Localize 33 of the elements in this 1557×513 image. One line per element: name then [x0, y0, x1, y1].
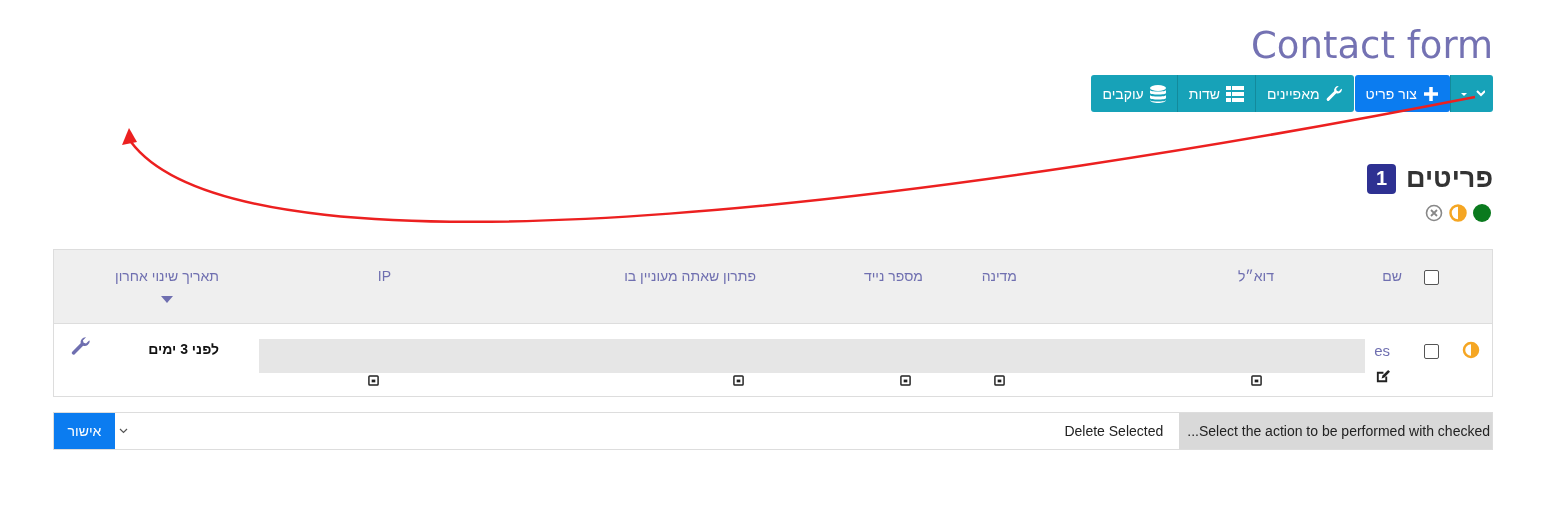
- toolbar-button[interactable]: שדות: [1176, 75, 1256, 112]
- database-icon: [1149, 84, 1166, 103]
- column-header[interactable]: תאריך שינוי אחרון: [115, 268, 219, 303]
- row-checkbox[interactable]: [1424, 344, 1439, 359]
- dropdown-button[interactable]: [1450, 75, 1493, 112]
- table-cell: לפני 3 ימים: [148, 341, 219, 357]
- list-icon: [1226, 85, 1245, 102]
- column-header[interactable]: דוא״ל: [1237, 268, 1274, 284]
- wrench-icon[interactable]: [71, 336, 91, 356]
- edit-icon[interactable]: [1375, 369, 1390, 384]
- section-title: פריטים: [1406, 163, 1493, 194]
- column-header[interactable]: מספר נייד: [863, 268, 923, 284]
- close-circle-icon[interactable]: [1425, 204, 1443, 222]
- column-header[interactable]: פתרון שאתה מעוניין בו: [624, 268, 756, 284]
- toolbar-button[interactable]: מאפיינים: [1255, 75, 1354, 112]
- select-all-checkbox[interactable]: [1424, 270, 1439, 285]
- status-filter-icon[interactable]: [1473, 204, 1491, 222]
- toolbar-button[interactable]: עוקבים: [1091, 75, 1177, 112]
- count-badge: 1: [1367, 163, 1397, 194]
- copy-icon[interactable]: [733, 375, 744, 386]
- copy-icon[interactable]: [900, 375, 911, 386]
- column-header[interactable]: שם: [1382, 268, 1402, 284]
- copy-icon[interactable]: [994, 375, 1005, 386]
- copy-icon[interactable]: [368, 375, 379, 386]
- sort-caret-icon: [161, 296, 174, 303]
- page-title: Contact form: [1251, 24, 1493, 67]
- wrench-icon: [1325, 85, 1343, 102]
- copy-icon[interactable]: [1251, 375, 1262, 386]
- create-button[interactable]: צור פריט: [1354, 75, 1450, 112]
- plus-icon: [1423, 85, 1439, 102]
- column-header[interactable]: מדינה: [981, 268, 1017, 284]
- column-header[interactable]: IP: [377, 268, 391, 284]
- table-cell: es: [1374, 342, 1390, 359]
